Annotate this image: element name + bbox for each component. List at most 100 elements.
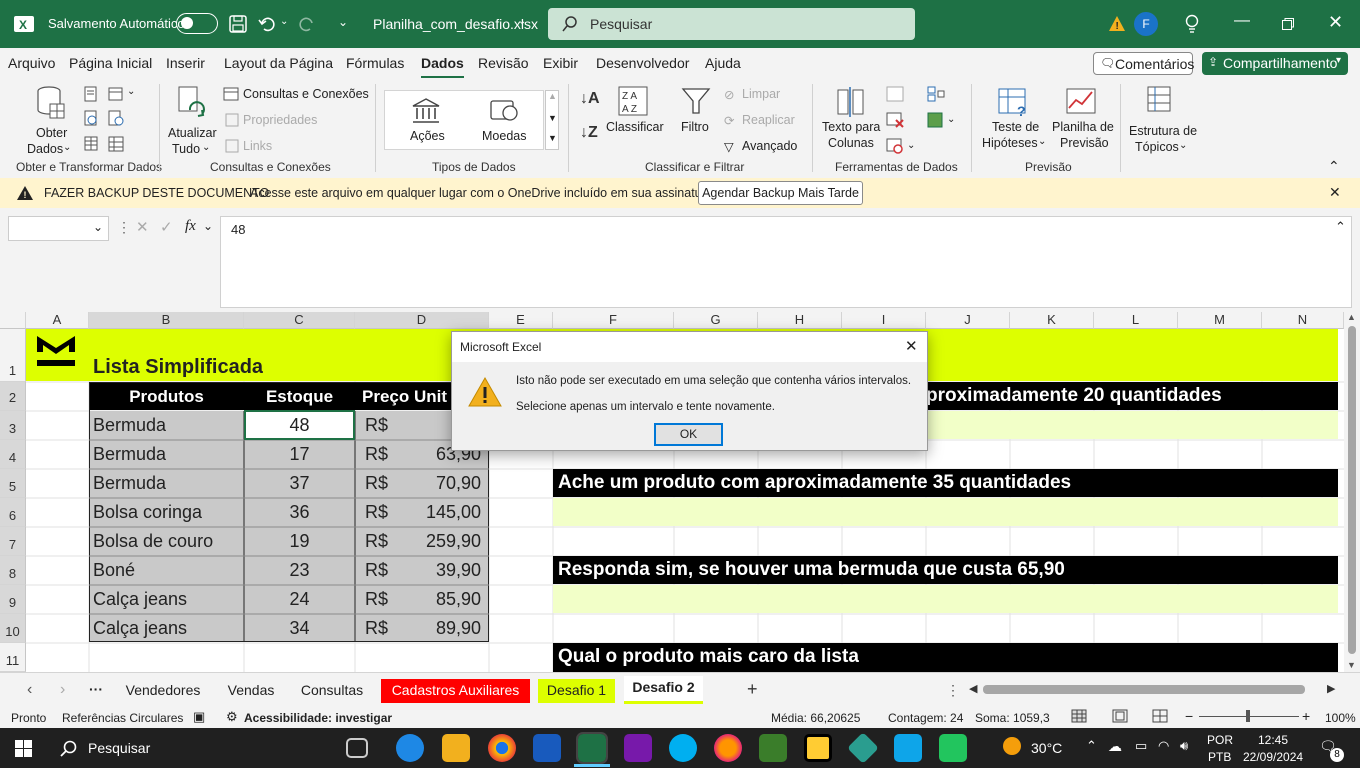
cell-moeda[interactable]: R$ <box>365 618 388 639</box>
row-header[interactable]: 11 <box>0 643 26 672</box>
clock-time[interactable]: 12:45 <box>1258 733 1288 747</box>
schedule-backup-button[interactable]: Agendar Backup Mais Tarde <box>698 181 863 205</box>
sheet-tab-desafio2[interactable]: Desafio 2 <box>624 676 703 704</box>
excel-taskbar-icon[interactable] <box>576 732 608 764</box>
data-validation-icon[interactable] <box>886 138 904 154</box>
cell-moeda[interactable]: R$ <box>365 531 388 552</box>
column-header[interactable]: L <box>1094 312 1178 329</box>
column-header[interactable]: K <box>1010 312 1094 329</box>
row-header[interactable]: 4 <box>0 440 26 469</box>
weather-temp[interactable]: 30°C <box>1031 740 1062 756</box>
zoom-in-icon[interactable]: + <box>1302 708 1310 724</box>
vertical-scroll-thumb[interactable] <box>1348 326 1356 654</box>
get-data-button[interactable]: Obter Dados ⌄ <box>27 84 72 156</box>
ok-button[interactable]: OK <box>654 423 723 446</box>
user-avatar[interactable]: F <box>1134 12 1158 36</box>
remove-duplicates-icon[interactable] <box>886 112 904 128</box>
column-header[interactable]: I <box>842 312 926 329</box>
column-header[interactable]: H <box>758 312 842 329</box>
windows-start-icon[interactable] <box>15 740 32 757</box>
cell-preco[interactable]: 70,90 <box>395 473 481 494</box>
queries-connections-icon[interactable] <box>223 87 239 101</box>
cell-estoque[interactable]: 37 <box>244 473 355 494</box>
taskbar-search[interactable]: Pesquisar <box>88 740 150 756</box>
name-box-dropdown-icon[interactable]: ⌄ <box>93 220 103 234</box>
menu-ajuda[interactable]: Ajuda <box>705 55 741 71</box>
vertical-scrollbar[interactable]: ▲ ▼ <box>1344 312 1360 672</box>
collapse-formula-icon[interactable]: ⌃ <box>1335 219 1346 235</box>
menu-desenvolvedor[interactable]: Desenvolvedor <box>596 55 689 71</box>
cell-preco[interactable]: 85,90 <box>395 589 481 610</box>
column-header[interactable]: A <box>26 312 89 329</box>
dialog-close-icon[interactable]: ✕ <box>905 337 918 355</box>
what-if-button[interactable]: ? Teste de Hipóteses ⌄ <box>980 84 1046 154</box>
language-code[interactable]: POR <box>1207 733 1233 747</box>
row-header[interactable]: 3 <box>0 411 26 440</box>
gallery-scroll[interactable]: ▲ ▼ ▼ <box>545 90 559 150</box>
green-app-icon[interactable] <box>939 734 967 762</box>
row-header[interactable]: 2 <box>0 382 26 411</box>
name-box[interactable]: ⌄ <box>8 216 109 241</box>
cell-estoque[interactable]: 17 <box>244 444 355 465</box>
column-header[interactable]: N <box>1262 312 1344 329</box>
gallery-up-icon[interactable]: ▲ <box>548 91 557 101</box>
word-icon[interactable] <box>533 734 561 762</box>
scroll-up-icon[interactable]: ▲ <box>1347 312 1356 322</box>
fx-dropdown-icon[interactable]: ⌄ <box>203 219 213 233</box>
row-header[interactable]: 8 <box>0 556 26 585</box>
battery-icon[interactable]: ▭ <box>1135 738 1147 754</box>
flash-fill-icon[interactable] <box>886 86 904 102</box>
collapse-ribbon-icon[interactable]: ⌃ <box>1328 158 1340 175</box>
cell-produto[interactable]: Bolsa coringa <box>93 502 202 523</box>
minimize-icon[interactable]: — <box>1234 12 1250 30</box>
row-header[interactable]: 7 <box>0 527 26 556</box>
sheet-tab-consultas[interactable]: Consultas <box>294 679 370 703</box>
cell-preco[interactable]: 259,90 <box>395 531 481 552</box>
cell-moeda[interactable]: R$ <box>365 560 388 581</box>
chrome-icon[interactable] <box>488 734 516 762</box>
select-all-corner[interactable] <box>0 312 26 329</box>
sort-za-icon[interactable]: ↓Z <box>580 124 598 142</box>
autosave-toggle[interactable] <box>176 13 218 34</box>
horizontal-scroll-thumb[interactable] <box>983 685 1305 694</box>
row-header[interactable]: 10 <box>0 614 26 643</box>
from-text-icon[interactable] <box>84 86 98 102</box>
prev-sheet-icon[interactable]: ‹ <box>27 681 32 699</box>
sheet-tab-cadastros[interactable]: Cadastros Auxiliares <box>381 679 530 703</box>
cell-estoque[interactable]: 36 <box>244 502 355 523</box>
cell-moeda[interactable]: R$ <box>365 444 388 465</box>
blue-app-icon[interactable] <box>894 734 922 762</box>
formula-input[interactable]: 48 ⌃ <box>220 216 1352 308</box>
properties-button[interactable]: Propriedades <box>243 113 317 127</box>
wifi-icon[interactable]: ◠ <box>1158 738 1169 754</box>
column-header[interactable]: F <box>553 312 674 329</box>
forecast-sheet-button[interactable]: Planilha de Previsão <box>1050 84 1114 154</box>
cell-produto[interactable]: Calça jeans <box>93 618 187 639</box>
more-options-icon[interactable]: ⋮ <box>117 219 131 236</box>
menu-arquivo[interactable]: Arquivo <box>8 55 55 71</box>
restore-icon[interactable] <box>1282 18 1294 30</box>
macro-record-icon[interactable]: ▣ <box>193 709 205 725</box>
sheet-tab-desafio1[interactable]: Desafio 1 <box>538 679 615 703</box>
text-to-columns-button[interactable]: Texto para Colunas <box>820 84 880 154</box>
filter-button[interactable]: Filtro <box>677 84 717 144</box>
gallery-down-icon[interactable]: ▼ <box>548 113 557 123</box>
zoom-out-icon[interactable]: − <box>1185 708 1193 724</box>
file-explorer-icon[interactable] <box>442 734 470 762</box>
links-button[interactable]: Links <box>243 139 272 153</box>
zoom-slider-thumb[interactable] <box>1246 710 1250 722</box>
sheet-tab-vendedores[interactable]: Vendedores <box>118 679 208 703</box>
data-validation-dropdown-icon[interactable]: ⌄ <box>907 140 915 151</box>
clock-date[interactable]: 22/09/2024 <box>1243 750 1303 764</box>
intellij-icon[interactable] <box>804 734 832 762</box>
comments-button[interactable]: 🗨 Comentários <box>1093 52 1194 75</box>
relationships-dropdown-icon[interactable]: ⌄ <box>947 114 955 125</box>
skype-icon[interactable] <box>669 734 697 762</box>
cell-produto[interactable]: Bermuda <box>93 444 166 465</box>
row-header[interactable]: 5 <box>0 469 26 498</box>
lightbulb-icon[interactable] <box>1185 14 1199 34</box>
onenote-icon[interactable] <box>624 734 652 762</box>
hscroll-left-icon[interactable]: ◀ <box>969 682 977 695</box>
existing-connections-icon[interactable] <box>108 110 124 126</box>
add-sheet-icon[interactable]: + <box>747 679 758 700</box>
